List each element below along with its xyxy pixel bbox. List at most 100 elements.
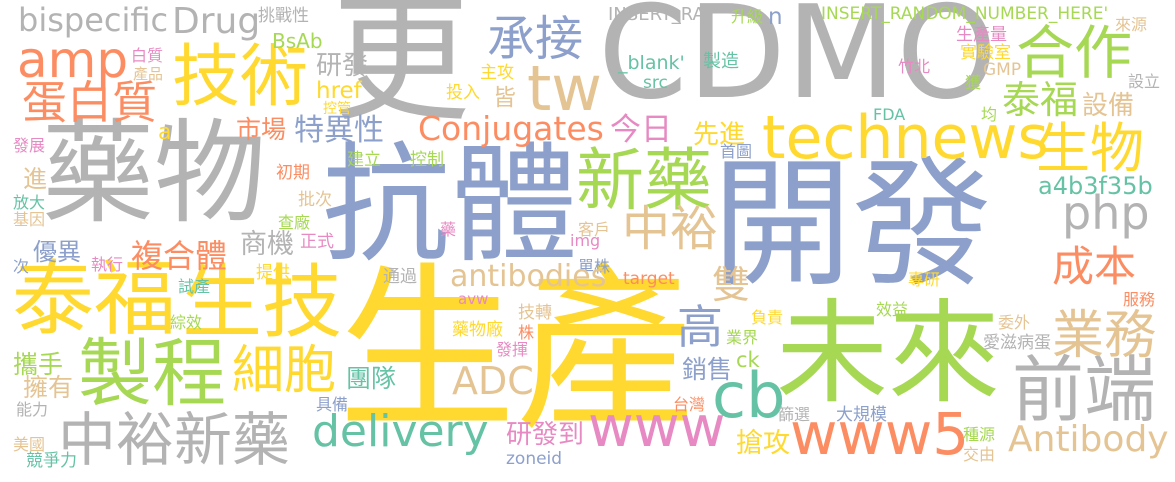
word-37: Drug xyxy=(172,1,261,42)
word-86: 效益 xyxy=(876,300,909,319)
word-72: ADC xyxy=(452,359,534,403)
word-90: 愛滋病蛋 xyxy=(983,333,1051,353)
word-112: 獲 xyxy=(965,73,982,92)
word-16: 業務 xyxy=(1052,306,1157,366)
word-102: 競爭力 xyxy=(26,451,77,471)
word-48: 發展 xyxy=(13,136,46,155)
word-73: 團隊 xyxy=(346,364,397,393)
word-11: 中裕新藥 xyxy=(58,406,291,474)
word-84: 種源 xyxy=(963,425,996,444)
word-100: 具備 xyxy=(316,395,349,414)
word-45: 市場 xyxy=(236,115,287,144)
word-58: 正式 xyxy=(300,232,334,252)
word-87: 專研 xyxy=(908,270,941,289)
word-123: 今日 xyxy=(610,112,672,148)
word-105: n xyxy=(768,4,783,30)
word-60: 提供 xyxy=(256,263,290,283)
word-77: 負責 xyxy=(751,308,784,327)
word-85: 交由 xyxy=(963,445,996,464)
word-10: 細胞 xyxy=(232,341,337,401)
word-76: 業界 xyxy=(726,328,759,347)
word-111: GMP xyxy=(983,60,1022,80)
word-96: 綜效 xyxy=(170,313,203,332)
word-69: 藥物廠 xyxy=(452,320,503,340)
word-63: img xyxy=(570,231,601,250)
word-122: Conjugates xyxy=(418,109,604,148)
word-103: INSERT_RA xyxy=(608,4,705,25)
word-120: 投入 xyxy=(446,83,480,103)
word-18: 成本 xyxy=(1052,242,1137,291)
word-70: 株 xyxy=(518,323,535,342)
word-61: 通過 xyxy=(383,267,417,287)
word-cloud: 更 CDMO 藥物 抗體 開發 生產 未來 泰福 生技 製程 細胞 中裕新藥 delivery www ww… xyxy=(0,0,1175,482)
word-25: technews xyxy=(762,103,1049,173)
word-114: FDA xyxy=(873,105,906,124)
word-99: 能力 xyxy=(16,400,49,419)
word-59: 藥 xyxy=(440,220,457,239)
word-117: src xyxy=(643,73,668,93)
word-75: ck xyxy=(736,348,760,372)
word-17: Antibody xyxy=(1008,419,1169,460)
word-43: href xyxy=(316,78,362,104)
word-91: 優異 xyxy=(33,238,81,266)
word-41: 白質 xyxy=(131,46,164,65)
word-9: 製程 xyxy=(78,331,226,417)
word-21: 生物 xyxy=(1036,117,1144,180)
word-79: 研發到 xyxy=(506,420,585,450)
word-98: 擁有 xyxy=(23,373,74,402)
word-42: 產品 xyxy=(133,65,164,83)
word-67: avw xyxy=(458,290,489,308)
word-55: 批次 xyxy=(298,190,332,210)
word-35: 蛋白質 xyxy=(22,76,158,129)
word-46: 特異性 xyxy=(294,113,384,148)
word-4: 開發 xyxy=(712,144,993,307)
word-66: antibodies xyxy=(450,259,607,294)
word-50: 放大 xyxy=(13,193,46,212)
word-125: 首圖 xyxy=(720,142,753,161)
word-27: 中裕 xyxy=(622,201,719,257)
word-68: 技轉 xyxy=(518,303,552,323)
word-82: 篩選 xyxy=(778,405,811,424)
word-74: 銷售 xyxy=(682,355,733,384)
word-115: 均 xyxy=(981,105,998,124)
word-65: target xyxy=(623,269,675,289)
word-83: 大規模 xyxy=(836,405,887,425)
word-49: 進 xyxy=(23,165,47,193)
word-107: 來源 xyxy=(1115,15,1148,34)
word-94: 複合體 xyxy=(131,237,228,275)
word-54: 控制 xyxy=(410,150,444,170)
word-110: 竹北 xyxy=(898,57,931,76)
word-118: 製造 xyxy=(703,51,739,72)
word-51: 基因 xyxy=(13,210,46,229)
word-47: a xyxy=(158,120,172,145)
word-119: 主攻 xyxy=(480,63,514,83)
word-12: delivery xyxy=(312,406,489,457)
word-71: 發揮 xyxy=(496,340,529,359)
word-52: 初期 xyxy=(276,163,310,183)
word-116: _blank' xyxy=(618,52,685,74)
word-28: 雙 xyxy=(712,263,751,307)
word-92: 次 xyxy=(13,257,30,276)
word-80: zoneid xyxy=(506,449,563,469)
word-88: 服務 xyxy=(1123,290,1156,309)
word-2: 藥物 xyxy=(42,109,266,239)
word-81: 搶攻 xyxy=(736,428,790,459)
word-31: 技術 xyxy=(172,38,309,117)
word-104: 升級 xyxy=(731,7,764,26)
word-93: 執行 xyxy=(91,255,124,274)
word-78: 台灣 xyxy=(673,395,706,414)
word-29: 高 xyxy=(677,300,723,354)
word-89: 委外 xyxy=(998,313,1031,332)
word-53: 建立 xyxy=(347,150,381,170)
word-108: 生產量 xyxy=(956,25,1007,45)
word-36: bispecific xyxy=(18,1,169,39)
word-57: 商機 xyxy=(240,229,294,260)
word-113: 設立 xyxy=(1128,72,1161,91)
word-121: 皆 xyxy=(493,85,516,111)
word-39: BsAb xyxy=(272,29,323,53)
word-95: 試產 xyxy=(178,277,211,296)
word-23: 設備 xyxy=(1082,91,1135,121)
word-40: 研發 xyxy=(316,51,369,81)
word-38: 挑戰性 xyxy=(258,6,309,26)
word-106: INSERT_RANDOM_NUMBER_HERE' xyxy=(821,4,1109,24)
